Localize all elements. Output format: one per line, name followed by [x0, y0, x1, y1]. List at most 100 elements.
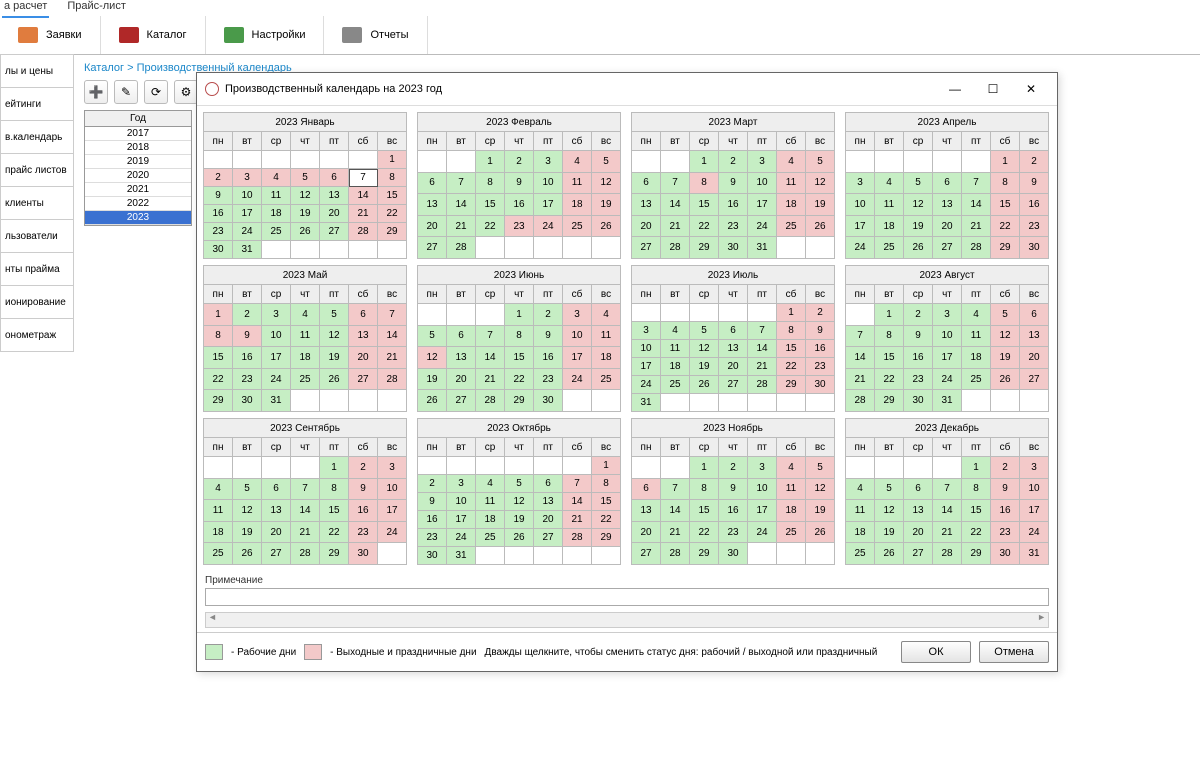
- day-cell[interactable]: 13: [632, 500, 661, 522]
- day-cell[interactable]: 24: [748, 521, 777, 543]
- day-cell[interactable]: 14: [349, 187, 378, 205]
- day-cell[interactable]: 18: [262, 205, 291, 223]
- day-cell[interactable]: 1: [204, 304, 233, 326]
- day-cell[interactable]: 25: [661, 376, 690, 394]
- day-cell[interactable]: 13: [933, 194, 962, 216]
- day-cell[interactable]: 5: [320, 304, 349, 326]
- year-row[interactable]: 2022: [85, 197, 191, 211]
- day-cell[interactable]: 23: [418, 529, 447, 547]
- day-cell[interactable]: 13: [534, 493, 563, 511]
- day-cell[interactable]: 24: [563, 368, 592, 390]
- day-cell[interactable]: 22: [875, 368, 904, 390]
- day-cell[interactable]: 21: [933, 521, 962, 543]
- day-cell[interactable]: 15: [505, 347, 534, 369]
- day-cell[interactable]: 30: [991, 543, 1020, 565]
- day-cell[interactable]: 15: [320, 500, 349, 522]
- day-cell[interactable]: 23: [719, 215, 748, 237]
- day-cell[interactable]: 26: [806, 521, 835, 543]
- day-cell[interactable]: 24: [632, 376, 661, 394]
- horizontal-scrollbar[interactable]: [205, 612, 1049, 628]
- day-cell[interactable]: 19: [505, 511, 534, 529]
- day-cell[interactable]: 15: [592, 493, 621, 511]
- day-cell[interactable]: 31: [933, 390, 962, 412]
- day-cell[interactable]: 28: [661, 237, 690, 259]
- day-cell[interactable]: 21: [563, 511, 592, 529]
- day-cell[interactable]: 19: [418, 368, 447, 390]
- day-cell[interactable]: 28: [447, 237, 476, 259]
- day-cell[interactable]: 3: [563, 304, 592, 326]
- year-list-header[interactable]: Год: [85, 111, 191, 127]
- day-cell[interactable]: 9: [719, 172, 748, 194]
- day-cell[interactable]: 16: [534, 347, 563, 369]
- nav-item[interactable]: онометраж: [0, 319, 74, 352]
- day-cell[interactable]: 8: [875, 325, 904, 347]
- day-cell[interactable]: 10: [233, 187, 262, 205]
- day-cell[interactable]: 29: [204, 390, 233, 412]
- day-cell[interactable]: 30: [534, 390, 563, 412]
- day-cell[interactable]: 15: [476, 194, 505, 216]
- day-cell[interactable]: 17: [534, 194, 563, 216]
- day-cell[interactable]: 20: [320, 205, 349, 223]
- day-cell[interactable]: 29: [505, 390, 534, 412]
- day-cell[interactable]: 14: [378, 325, 407, 347]
- day-cell[interactable]: 3: [846, 172, 875, 194]
- day-cell[interactable]: 17: [233, 205, 262, 223]
- day-cell[interactable]: 8: [690, 172, 719, 194]
- day-cell[interactable]: 24: [846, 237, 875, 259]
- day-cell[interactable]: 27: [632, 237, 661, 259]
- day-cell[interactable]: 7: [748, 322, 777, 340]
- day-cell[interactable]: 19: [320, 347, 349, 369]
- day-cell[interactable]: 1: [690, 151, 719, 173]
- day-cell[interactable]: 27: [1020, 368, 1049, 390]
- day-cell[interactable]: 17: [447, 511, 476, 529]
- day-cell[interactable]: 30: [418, 547, 447, 565]
- day-cell[interactable]: 6: [1020, 304, 1049, 326]
- day-cell[interactable]: 22: [592, 511, 621, 529]
- day-cell[interactable]: 28: [378, 368, 407, 390]
- day-cell[interactable]: 28: [962, 237, 991, 259]
- day-cell[interactable]: 25: [592, 368, 621, 390]
- day-cell[interactable]: 4: [291, 304, 320, 326]
- day-cell[interactable]: 11: [476, 493, 505, 511]
- day-cell[interactable]: 25: [476, 529, 505, 547]
- day-cell[interactable]: 29: [991, 237, 1020, 259]
- day-cell[interactable]: 19: [991, 347, 1020, 369]
- day-cell[interactable]: 27: [320, 223, 349, 241]
- breadcrumb-root[interactable]: Каталог: [84, 62, 124, 74]
- day-cell[interactable]: 12: [291, 187, 320, 205]
- day-cell[interactable]: 1: [592, 457, 621, 475]
- day-cell[interactable]: 16: [806, 340, 835, 358]
- day-cell[interactable]: 4: [476, 475, 505, 493]
- day-cell[interactable]: 10: [262, 325, 291, 347]
- day-cell[interactable]: 23: [806, 358, 835, 376]
- day-cell[interactable]: 29: [690, 237, 719, 259]
- day-cell[interactable]: 2: [418, 475, 447, 493]
- day-cell[interactable]: 16: [991, 500, 1020, 522]
- day-cell[interactable]: 18: [962, 347, 991, 369]
- day-cell[interactable]: 9: [719, 478, 748, 500]
- day-cell[interactable]: 4: [962, 304, 991, 326]
- day-cell[interactable]: 9: [806, 322, 835, 340]
- day-cell[interactable]: 13: [904, 500, 933, 522]
- day-cell[interactable]: 18: [204, 521, 233, 543]
- day-cell[interactable]: 31: [233, 241, 262, 259]
- window-minimize-button[interactable]: —: [937, 79, 973, 99]
- day-cell[interactable]: 8: [505, 325, 534, 347]
- day-cell[interactable]: 13: [447, 347, 476, 369]
- day-cell[interactable]: 11: [962, 325, 991, 347]
- day-cell[interactable]: 27: [418, 237, 447, 259]
- day-cell[interactable]: 10: [632, 340, 661, 358]
- day-cell[interactable]: 6: [447, 325, 476, 347]
- day-cell[interactable]: 23: [204, 223, 233, 241]
- day-cell[interactable]: 23: [233, 368, 262, 390]
- day-cell[interactable]: 14: [447, 194, 476, 216]
- day-cell[interactable]: 6: [719, 322, 748, 340]
- nav-item[interactable]: в.календарь: [0, 121, 74, 154]
- day-cell[interactable]: 13: [320, 187, 349, 205]
- day-cell[interactable]: 4: [777, 151, 806, 173]
- day-cell[interactable]: 15: [991, 194, 1020, 216]
- day-cell[interactable]: 18: [777, 500, 806, 522]
- year-row[interactable]: 2018: [85, 141, 191, 155]
- day-cell[interactable]: 10: [378, 478, 407, 500]
- day-cell[interactable]: 25: [563, 215, 592, 237]
